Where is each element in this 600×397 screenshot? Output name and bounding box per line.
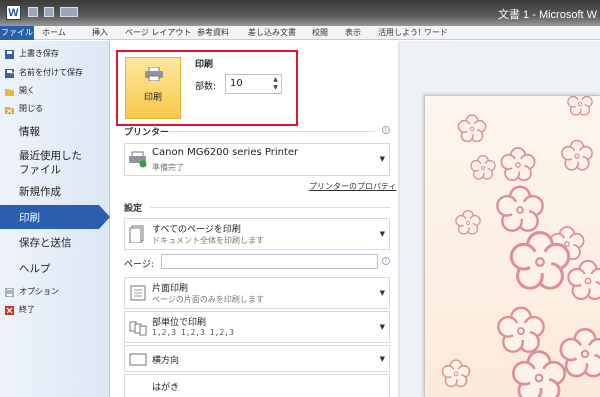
one-sided-icon	[130, 285, 146, 301]
nav-new[interactable]: 新規作成	[19, 185, 61, 199]
window-title: 文書 1 - Microsoft W	[498, 9, 598, 21]
settings-section-title: 設定	[124, 204, 143, 214]
open-command[interactable]: 開く	[5, 84, 35, 98]
tab-references[interactable]: 参考資料	[197, 26, 229, 40]
pages-info-icon[interactable]: i	[382, 257, 390, 265]
print-range-title: すべてのページを印刷	[152, 225, 241, 235]
paper-size-dropdown[interactable]: はがき	[124, 374, 390, 397]
save-icon	[5, 50, 14, 59]
collate-icon	[129, 321, 147, 336]
save-as-command-label: 名前を付けて保存	[19, 68, 83, 77]
paper-size-title: はがき	[152, 383, 180, 393]
all-pages-icon	[129, 225, 144, 243]
options-command[interactable]: オプション	[5, 285, 59, 299]
word-logo-icon: W	[6, 5, 21, 20]
tab-review[interactable]: 校閲	[312, 26, 328, 40]
print-range-desc: ドキュメント全体を印刷します	[152, 236, 264, 245]
printer-name: Canon MG6200 series Printer	[152, 147, 299, 158]
printer-info-icon[interactable]: i	[382, 126, 390, 134]
close-command[interactable]: 閉じる	[5, 102, 43, 116]
chevron-down-icon: ▼	[379, 155, 385, 163]
quick-access-more-icon[interactable]	[60, 7, 78, 17]
print-range-dropdown[interactable]: すべてのページを印刷 ドキュメント全体を印刷します ▼	[124, 218, 390, 250]
nav-save-send[interactable]: 保存と送信	[19, 236, 72, 250]
landscape-icon	[129, 353, 147, 366]
collate-desc: 1,2,3 1,2,3 1,2,3	[152, 328, 234, 337]
nav-info[interactable]: 情報	[19, 125, 40, 139]
pages-label: ページ:	[124, 260, 154, 270]
highlight-box	[116, 50, 298, 126]
nav-recent-line1[interactable]: 最近使用した	[19, 149, 82, 163]
printer-section-title: プリンター	[124, 128, 170, 138]
printer-dropdown[interactable]: Canon MG6200 series Printer 準備完了 ▼	[124, 143, 390, 176]
open-folder-icon	[5, 89, 14, 96]
exit-command[interactable]: 終了	[5, 303, 35, 317]
printer-properties-link[interactable]: プリンターのプロパティ	[309, 181, 397, 192]
tab-view[interactable]: 表示	[345, 26, 361, 40]
divider	[170, 131, 375, 132]
chevron-down-icon: ▼	[379, 289, 385, 297]
quick-undo-icon[interactable]	[44, 7, 54, 17]
nav-print-label: 印刷	[19, 212, 40, 224]
options-icon	[5, 288, 14, 297]
tab-addin[interactable]: 活用しよう! ワード	[378, 26, 448, 40]
close-document-icon	[5, 107, 14, 114]
exit-label: 終了	[19, 305, 35, 314]
open-command-label: 開く	[19, 86, 35, 95]
save-as-icon	[5, 69, 14, 78]
sides-dropdown[interactable]: 片面印刷 ページの片面のみを印刷します ▼	[124, 277, 390, 309]
chevron-down-icon: ▼	[379, 355, 385, 363]
title-bar: W 文書 1 - Microsoft W	[0, 0, 600, 26]
orientation-dropdown[interactable]: 横方向 ▼	[124, 345, 390, 372]
nav-print[interactable]: 印刷	[0, 205, 110, 229]
save-command[interactable]: 上書き保存	[5, 47, 59, 61]
sides-desc: ページの片面のみを印刷します	[152, 295, 264, 304]
pages-input[interactable]	[161, 254, 378, 269]
tab-insert[interactable]: 挿入	[92, 26, 108, 40]
flower-pattern	[441, 90, 600, 397]
divider	[150, 207, 390, 208]
printer-device-icon	[129, 151, 147, 168]
collate-dropdown[interactable]: 部単位で印刷 1,2,3 1,2,3 1,2,3 ▼	[124, 311, 390, 343]
collate-title: 部単位で印刷	[152, 318, 207, 328]
close-command-label: 閉じる	[19, 104, 43, 113]
save-as-command[interactable]: 名前を付けて保存	[5, 66, 83, 80]
nav-recent-line2[interactable]: ファイル	[19, 163, 61, 177]
orientation-title: 横方向	[152, 356, 180, 366]
printer-status: 準備完了	[152, 163, 184, 172]
tab-mailings[interactable]: 差し込み文書	[248, 26, 296, 40]
chevron-down-icon: ▼	[379, 323, 385, 331]
save-command-label: 上書き保存	[19, 49, 59, 58]
exit-icon	[5, 306, 14, 315]
nav-help[interactable]: ヘルプ	[19, 262, 51, 276]
sides-title: 片面印刷	[152, 284, 189, 294]
chevron-down-icon: ▼	[379, 230, 385, 238]
tab-home[interactable]: ホーム	[42, 26, 66, 40]
preview-page	[424, 90, 600, 397]
tab-file[interactable]: ファイル	[0, 26, 34, 40]
tab-page-layout[interactable]: ページ レイアウト	[125, 26, 191, 40]
ribbon-tabs: ファイル ホーム 挿入 ページ レイアウト 参考資料 差し込み文書 校閲 表示 …	[0, 26, 600, 40]
quick-save-icon[interactable]	[28, 7, 38, 17]
options-label: オプション	[19, 287, 59, 296]
